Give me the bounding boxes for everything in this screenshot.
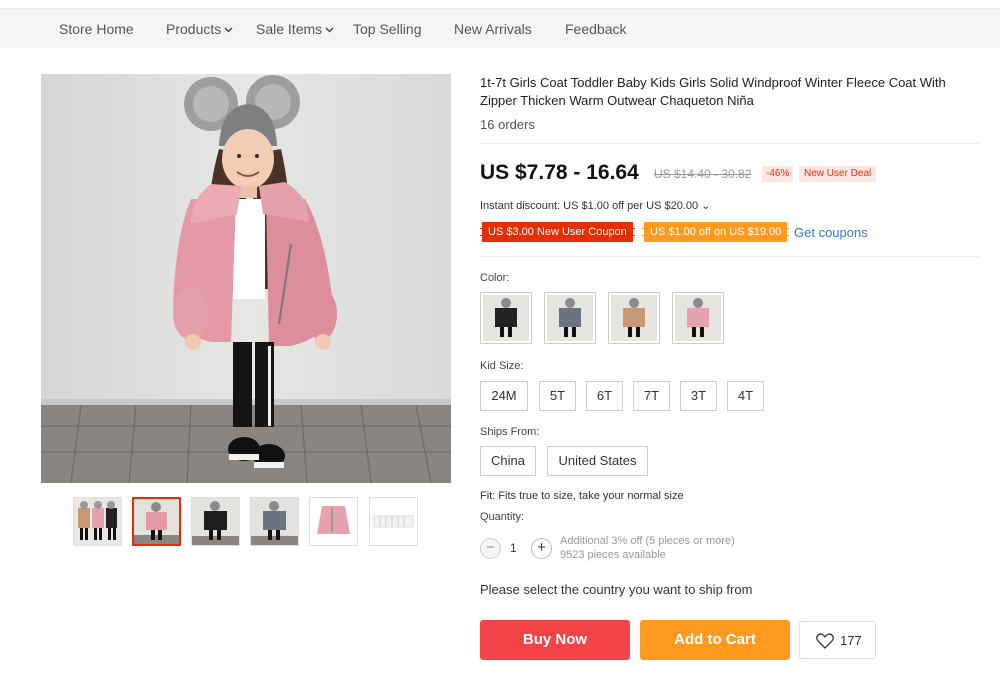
nav-products[interactable]: Products [166,9,233,49]
size-label: Kid Size: [480,360,524,372]
size-option-7t[interactable]: 7T [633,381,670,411]
product-title: 1t-7t Girls Coat Toddler Baby Kids Girls… [480,75,946,108]
nav-store-home[interactable]: Store Home [59,9,134,49]
nav-new-arrivals[interactable]: New Arrivals [454,9,532,49]
heart-icon [816,633,834,654]
ships-from-label: Ships From: [480,426,540,438]
ships-from-china[interactable]: China [480,446,536,476]
size-option-6t[interactable]: 6T [586,381,623,411]
size-option-4t[interactable]: 4T [727,381,764,411]
orders-count: 16 orders [480,117,535,132]
nav-sale-items[interactable]: Sale Items [256,9,334,49]
color-swatch-camel[interactable] [608,292,660,344]
size-chart-thumb[interactable] [369,497,418,546]
nav-label: New Arrivals [454,21,532,37]
thumb-black[interactable] [191,497,240,546]
bulk-discount-note: Additional 3% off (5 pieces or more) [560,535,735,547]
quantity-label: Quantity: [480,511,525,523]
divider [480,256,980,257]
add-to-cart-button[interactable]: Add to Cart [640,620,790,660]
nav-label: Sale Items [256,21,323,37]
fit-note: Fit: Fits true to size, take your normal… [480,490,684,502]
store-nav-bar: Store Home Products Sale Items Top Selli… [0,8,1000,48]
chevron-down-icon [325,11,334,51]
new-user-coupon[interactable]: US $3.00 New User Coupon [480,222,635,242]
main-product-photo[interactable] [41,74,451,483]
wishlist-button[interactable]: 177 [799,621,876,659]
discount-badge: -46% [762,166,794,182]
thumb-multi-color[interactable] [73,497,122,546]
quantity-value[interactable]: 1 [510,541,517,555]
color-label: Color: [480,272,510,284]
nav-label: Feedback [565,21,627,37]
get-coupons-link[interactable]: Get coupons [794,225,868,240]
chevron-down-icon [224,11,233,51]
ships-from-united-states[interactable]: United States [547,446,648,476]
thumb-pink[interactable] [132,497,181,546]
quantity-increase-button[interactable]: + [531,538,552,559]
size-option-3t[interactable]: 3T [680,381,717,411]
nav-label: Products [166,21,222,37]
nav-top-selling[interactable]: Top Selling [353,9,422,49]
nav-label: Top Selling [353,21,422,37]
sale-price: US $7.78 - 16.64 [480,161,639,184]
divider [480,143,980,144]
nav-feedback[interactable]: Feedback [565,9,626,49]
nav-label: Store Home [59,21,134,37]
store-coupon[interactable]: US $1.00 off on US $19.00 [642,222,790,242]
original-price: US $14.40 - 30.82 [654,167,752,181]
thumb-pink-flatlay[interactable] [309,497,358,546]
wishlist-count: 177 [840,633,862,648]
color-swatch-gray[interactable] [544,292,596,344]
thumb-gray[interactable] [250,497,299,546]
buy-now-button[interactable]: Buy Now [480,620,630,660]
quantity-decrease-button[interactable]: − [480,538,501,559]
instant-discount-dropdown[interactable]: Instant discount: US $1.00 off per US $2… [480,199,710,212]
color-swatch-pink[interactable] [672,292,724,344]
stock-available-note: 9523 pieces available [560,549,666,561]
ship-country-message: Please select the country you want to sh… [480,582,753,597]
size-option-5t[interactable]: 5T [539,381,576,411]
size-option-24m[interactable]: 24M [480,381,528,411]
color-swatch-black[interactable] [480,292,532,344]
new-user-deal-badge: New User Deal [799,166,877,182]
